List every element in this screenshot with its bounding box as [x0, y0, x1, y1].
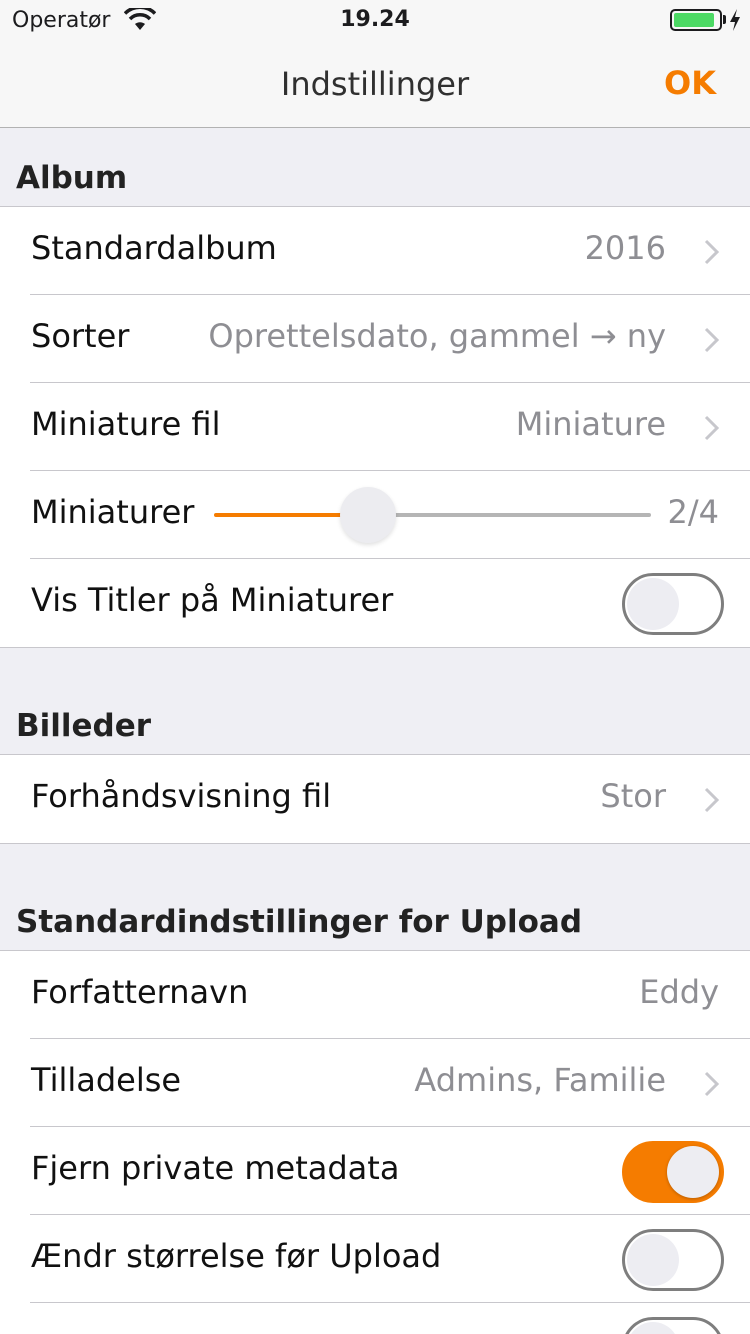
- battery-icon: [670, 9, 722, 31]
- charging-bolt-icon: [730, 9, 740, 31]
- resize-row: Ændr størrelse før Upload: [0, 1215, 750, 1303]
- thumbnails-slider-row: Miniaturer 2/4: [0, 471, 750, 559]
- row-value: Oprettelsdato, gammel → ny: [208, 317, 666, 355]
- row-value: 2016: [584, 229, 666, 267]
- toggle-knob: [627, 1322, 679, 1334]
- clock: 19.24: [340, 7, 410, 32]
- chevron-right-icon: [704, 1071, 720, 1097]
- show-titles-toggle[interactable]: [622, 573, 724, 635]
- strip-metadata-toggle[interactable]: [622, 1141, 724, 1203]
- battery-tip: [723, 15, 726, 24]
- chevron-right-icon: [704, 327, 720, 353]
- images-settings-group: Forhåndsvisning fil Stor: [0, 755, 750, 844]
- row-label: Forfatternavn: [31, 973, 249, 1011]
- row-value: Admins, Familie: [414, 1061, 666, 1099]
- row-label: Sorter: [31, 317, 130, 355]
- row-label: Fjern private metadata: [31, 1149, 400, 1187]
- partial-toggle[interactable]: [622, 1317, 724, 1334]
- section-header-upload: Standardindstillinger for Upload: [0, 873, 750, 951]
- row-label: Miniaturer: [31, 493, 195, 531]
- page-title: Indstillinger: [280, 65, 470, 103]
- status-bar: Operatør 19.24: [0, 0, 750, 40]
- resize-toggle[interactable]: [622, 1229, 724, 1291]
- upload-settings-group: Forfatternavn Eddy Tilladelse Admins, Fa…: [0, 951, 750, 1334]
- slider-track-empty[interactable]: [364, 513, 651, 517]
- section-title: Album: [16, 160, 128, 196]
- sort-row[interactable]: Sorter Oprettelsdato, gammel → ny: [0, 295, 750, 383]
- row-label: Vis Titler på Miniaturer: [31, 581, 394, 619]
- permission-row[interactable]: Tilladelse Admins, Familie: [0, 1039, 750, 1127]
- slider-thumb[interactable]: [340, 487, 396, 543]
- author-row[interactable]: Forfatternavn Eddy: [0, 951, 750, 1039]
- partial-row: [0, 1303, 750, 1334]
- album-settings-group: Standardalbum 2016 Sorter Oprettelsdato,…: [0, 207, 750, 648]
- show-titles-row: Vis Titler på Miniaturer: [0, 559, 750, 647]
- preview-file-row[interactable]: Forhåndsvisning fil Stor: [0, 755, 750, 843]
- toggle-knob: [627, 578, 679, 630]
- row-label: Tilladelse: [31, 1061, 182, 1099]
- chevron-right-icon: [704, 787, 720, 813]
- row-value: Stor: [600, 777, 666, 815]
- section-header-album: Album: [0, 129, 750, 207]
- chevron-right-icon: [704, 415, 720, 441]
- row-label: Forhåndsvisning fil: [31, 777, 332, 815]
- chevron-right-icon: [704, 239, 720, 265]
- section-title: Billeder: [16, 708, 152, 744]
- row-label: Standardalbum: [31, 229, 277, 267]
- toggle-knob: [627, 1234, 679, 1286]
- navigation-bar: Indstillinger OK: [0, 40, 750, 128]
- row-label: Ændr størrelse før Upload: [31, 1237, 442, 1275]
- section-header-images: Billeder: [0, 677, 750, 755]
- slider-value: 2/4: [667, 493, 720, 531]
- row-value: Miniature: [515, 405, 666, 443]
- thumbnail-file-row[interactable]: Miniature fil Miniature: [0, 383, 750, 471]
- section-title: Standardindstillinger for Upload: [16, 904, 583, 940]
- strip-metadata-row: Fjern private metadata: [0, 1127, 750, 1215]
- ok-button[interactable]: OK: [664, 64, 716, 102]
- default-album-row[interactable]: Standardalbum 2016: [0, 207, 750, 295]
- author-name-value[interactable]: Eddy: [639, 973, 719, 1011]
- row-label: Miniature fil: [31, 405, 221, 443]
- toggle-knob: [667, 1146, 719, 1198]
